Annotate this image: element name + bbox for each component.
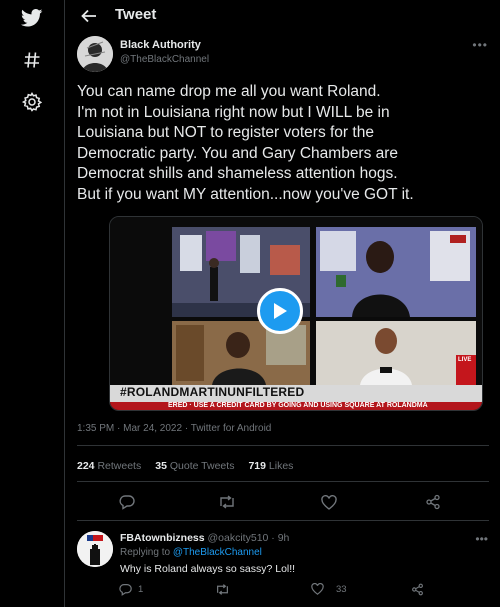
reply-icon xyxy=(119,584,132,596)
author-name[interactable]: Black Authority xyxy=(120,39,201,51)
replying-to: Replying to @TheBlackChannel xyxy=(120,547,262,558)
reply-text: Why is Roland always so sassy? Lol!! xyxy=(120,563,296,575)
retweet-icon xyxy=(217,584,228,595)
reply-like-button[interactable]: 33 xyxy=(311,583,347,595)
twitter-logo-icon[interactable] xyxy=(18,4,46,32)
author-handle[interactable]: @TheBlackChannel xyxy=(120,54,209,65)
tweet-text: You can name drop me all you want Roland… xyxy=(77,83,414,203)
quote-tweets-stat[interactable]: 35 Quote Tweets xyxy=(155,460,234,472)
reply-reply-button[interactable]: 1 xyxy=(119,583,143,596)
like-icon xyxy=(311,583,324,595)
hashtag-icon[interactable] xyxy=(18,46,46,74)
likes-stat[interactable]: 719 Likes xyxy=(248,460,293,472)
retweets-stat[interactable]: 224 Retweets xyxy=(77,460,141,472)
tweet-actions xyxy=(65,490,500,518)
page-title: Tweet xyxy=(115,6,157,23)
reply-author-name[interactable]: FBAtownbizness xyxy=(120,532,205,544)
more-options-icon[interactable]: ••• xyxy=(472,38,488,52)
reply-more-options-icon[interactable]: ••• xyxy=(475,532,488,546)
page-header: Tweet xyxy=(65,0,500,32)
reply-like-count: 33 xyxy=(336,583,347,595)
retweet-icon[interactable] xyxy=(215,490,239,514)
divider xyxy=(77,481,489,482)
share-icon xyxy=(412,583,423,596)
reply-author-handle[interactable]: @oakcity510 xyxy=(208,532,269,544)
author-avatar[interactable] xyxy=(77,36,113,72)
reply-author-avatar[interactable] xyxy=(77,531,113,567)
reply-reply-count: 1 xyxy=(138,584,144,595)
video-banner-text: #ROLANDMARTINUNFILTERED xyxy=(120,385,305,399)
tweet-detail-column: Tweet Black Authority @TheBlackChannel •… xyxy=(64,0,500,607)
back-arrow-icon[interactable] xyxy=(77,4,101,28)
reply-share-button[interactable] xyxy=(411,583,424,596)
replying-to-label: Replying to xyxy=(120,547,171,558)
video-ticker-text: ERED · USE A CREDIT CARD BY GOING AND US… xyxy=(168,402,428,409)
tweet-timestamp[interactable]: 1:35 PM · Mar 24, 2022 · Twitter for And… xyxy=(77,423,271,434)
reply-author-line[interactable]: FBAtownbizness @oakcity510 · 9h xyxy=(120,532,289,544)
reply-retweet-button[interactable] xyxy=(215,583,230,596)
like-icon[interactable] xyxy=(317,490,341,514)
reply-separator: · xyxy=(271,532,275,544)
divider xyxy=(77,520,489,521)
replying-to-handle[interactable]: @TheBlackChannel xyxy=(173,547,262,558)
live-badge: LIVE xyxy=(458,357,472,363)
sidebar xyxy=(0,0,64,607)
settings-icon[interactable] xyxy=(18,88,46,116)
play-button-icon[interactable] xyxy=(257,288,303,334)
reply-icon[interactable] xyxy=(115,490,139,514)
reply-time[interactable]: 9h xyxy=(278,532,290,544)
share-icon[interactable] xyxy=(421,490,445,514)
divider xyxy=(77,445,489,446)
reply-actions: 1 33 xyxy=(65,583,500,603)
engagement-stats: 224 Retweets 35 Quote Tweets 719 Likes xyxy=(77,460,293,472)
